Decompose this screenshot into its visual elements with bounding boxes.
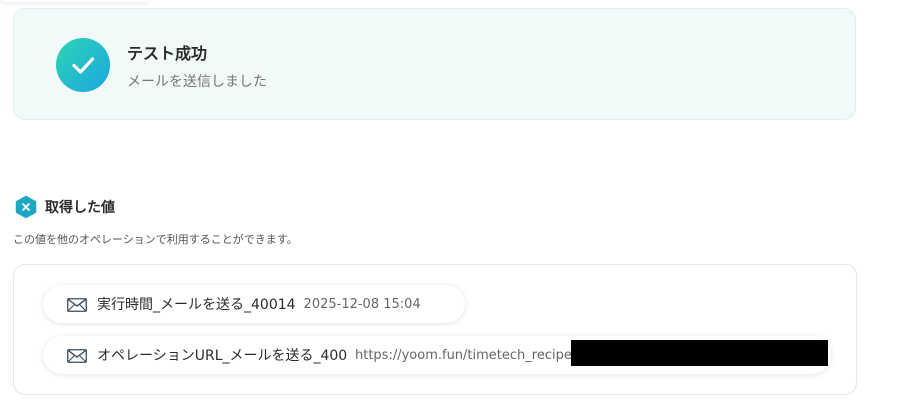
top-card-edge [0,0,150,2]
value-item[interactable]: 実行時間_メールを送る_40014 2025-12-08 15:04 [43,285,465,323]
redacted-block [571,340,828,366]
success-title: テスト成功 [127,44,208,63]
check-icon [56,38,110,92]
variable-hex-icon [14,195,38,219]
value-text: https://yoom.fun/timetech_recipe [355,347,572,363]
section-description: この値を他のオペレーションで利用することができます。 [13,233,298,246]
value-label: オペレーションURL_メールを送る_40014 [97,348,349,364]
value-text: 2025-12-08 15:04 [303,296,421,312]
mail-icon [67,297,87,312]
success-subtitle: メールを送信しました [127,74,267,90]
test-success-banner: テスト成功 メールを送信しました [13,8,856,120]
value-label: 実行時間_メールを送る_40014 [97,297,296,313]
section-title: 取得した値 [45,200,115,216]
values-list: 実行時間_メールを送る_40014 2025-12-08 15:04 オペレーシ… [13,264,857,395]
mail-icon [67,348,87,363]
section-header: 取得した値 [14,195,115,219]
